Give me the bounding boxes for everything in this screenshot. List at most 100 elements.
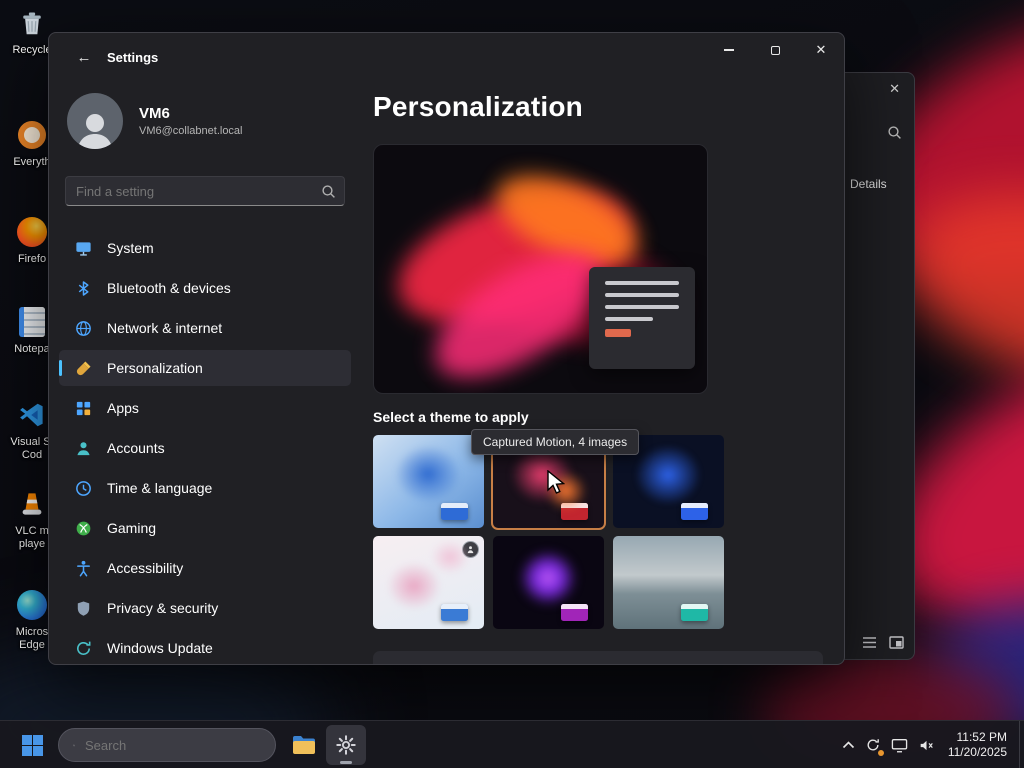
user-profile[interactable]: VM6 VM6@collabnet.local [67, 93, 243, 149]
close-icon[interactable]: ✕ [889, 81, 900, 97]
tray-volume-icon[interactable] [913, 725, 940, 765]
gear-icon [336, 735, 356, 755]
tray-sync-icon[interactable] [860, 725, 886, 765]
sidebar-item-personalization[interactable]: Personalization [59, 350, 351, 386]
show-desktop-button[interactable] [1019, 721, 1024, 768]
bluetooth-icon [73, 278, 93, 298]
minimize-button[interactable] [706, 33, 752, 67]
theme-section-label: Select a theme to apply [373, 409, 529, 425]
system-tray: 11:52 PM 11/20/2025 [837, 721, 1024, 768]
recycle-bin-icon [15, 6, 49, 40]
sidebar-item-label: Personalization [107, 360, 203, 376]
theme-info-badge-icon [462, 541, 479, 558]
sidebar-item-network-internet[interactable]: Network & internet [59, 310, 351, 346]
notepad-icon [15, 305, 49, 339]
search-icon[interactable] [887, 125, 902, 145]
theme-tile-6[interactable] [613, 536, 724, 629]
theme-tile-4[interactable] [373, 536, 484, 629]
sidebar-item-label: Accounts [107, 440, 165, 456]
file-explorer-button[interactable] [284, 725, 324, 765]
sidebar-item-label: Gaming [107, 520, 157, 536]
vscode-icon [15, 398, 49, 432]
sidebar-item-time-language[interactable]: Time & language [59, 470, 351, 506]
settings-search-input[interactable] [76, 183, 321, 199]
update-arrows-icon [73, 638, 93, 658]
sidebar-item-label: Privacy & security [107, 600, 219, 616]
theme-preview-image [373, 144, 708, 394]
background-window: ✕ Details [838, 72, 915, 660]
sidebar-item-bluetooth-devices[interactable]: Bluetooth & devices [59, 270, 351, 306]
apps-grid-icon [73, 398, 93, 418]
user-email: VM6@collabnet.local [139, 125, 243, 137]
theme-accent-window [561, 604, 588, 621]
personalization-brush-icon [73, 358, 93, 378]
page-title: Personalization [373, 91, 583, 122]
preview-text-line [605, 317, 653, 321]
taskbar-clock[interactable]: 11:52 PM 11/20/2025 [940, 730, 1019, 760]
caption-buttons: ✕ [706, 33, 844, 67]
sidebar-item-accounts[interactable]: Accounts [59, 430, 351, 466]
list-view-icon[interactable] [862, 636, 877, 649]
details-label: Details [850, 177, 887, 191]
firefox-icon [15, 215, 49, 249]
user-name: VM6 [139, 105, 170, 122]
preview-window-card [589, 267, 695, 369]
preview-accent-button [605, 329, 631, 337]
tray-chevron-up-icon[interactable] [837, 725, 860, 765]
globe-icon [73, 318, 93, 338]
close-button[interactable]: ✕ [798, 33, 844, 67]
xbox-icon [73, 518, 93, 538]
maximize-icon [770, 45, 780, 55]
avatar [67, 93, 123, 149]
sync-badge [877, 750, 884, 756]
system-icon [73, 238, 93, 258]
theme-accent-window [441, 503, 468, 520]
taskbar-search-input[interactable] [85, 737, 261, 753]
desktop: Recycle Everyth Firefo Notepa Visual St … [0, 0, 1024, 768]
sidebar-item-apps[interactable]: Apps [59, 390, 351, 426]
theme-accent-window [681, 604, 708, 621]
view-toggles [862, 636, 904, 649]
back-button[interactable]: ← [73, 46, 95, 68]
theme-accent-window [561, 503, 588, 520]
preview-text-line [605, 281, 679, 285]
theme-tile-5[interactable] [493, 536, 604, 629]
sidebar-item-label: Apps [107, 400, 139, 416]
theme-tooltip: Captured Motion, 4 images [471, 429, 640, 455]
sidebar-item-windows-update[interactable]: Windows Update [59, 630, 351, 664]
settings-nav: System Bluetooth & devices Network & int… [59, 230, 351, 664]
sidebar-item-label: Network & internet [107, 320, 223, 336]
settings-app-button[interactable] [326, 725, 366, 765]
search-icon [322, 184, 335, 198]
thumbnail-view-icon[interactable] [889, 636, 904, 649]
maximize-button[interactable] [752, 33, 798, 67]
settings-search-box[interactable] [65, 176, 345, 206]
sidebar-item-gaming[interactable]: Gaming [59, 510, 351, 546]
accessibility-person-icon [73, 558, 93, 578]
theme-grid [373, 433, 724, 629]
taskbar: 11:52 PM 11/20/2025 [0, 720, 1024, 768]
sidebar-item-label: Accessibility [107, 560, 184, 576]
taskbar-search-box[interactable] [58, 728, 276, 762]
sidebar-item-label: System [107, 240, 154, 256]
sidebar-item-system[interactable]: System [59, 230, 351, 266]
sidebar-item-label: Windows Update [107, 640, 213, 656]
preview-text-line [605, 305, 679, 309]
next-section-card-edge [373, 651, 823, 664]
everything-icon [15, 118, 49, 152]
start-button[interactable] [12, 725, 52, 765]
clock-icon [73, 478, 93, 498]
clock-date: 11/20/2025 [947, 745, 1007, 759]
theme-accent-window [681, 503, 708, 520]
preview-text-line [605, 293, 679, 297]
sidebar-item-accessibility[interactable]: Accessibility [59, 550, 351, 586]
theme-tile-1[interactable] [373, 435, 484, 528]
sidebar-item-privacy-security[interactable]: Privacy & security [59, 590, 351, 626]
user-text: VM6 VM6@collabnet.local [139, 105, 243, 137]
tray-display-icon[interactable] [886, 725, 913, 765]
mouse-cursor [547, 470, 565, 494]
settings-window: ← Settings ✕ VM6 VM6@collabnet.local Fin… [48, 32, 845, 665]
sidebar-item-label: Time & language [107, 480, 213, 496]
minimize-icon [724, 49, 734, 51]
edge-icon [15, 588, 49, 622]
